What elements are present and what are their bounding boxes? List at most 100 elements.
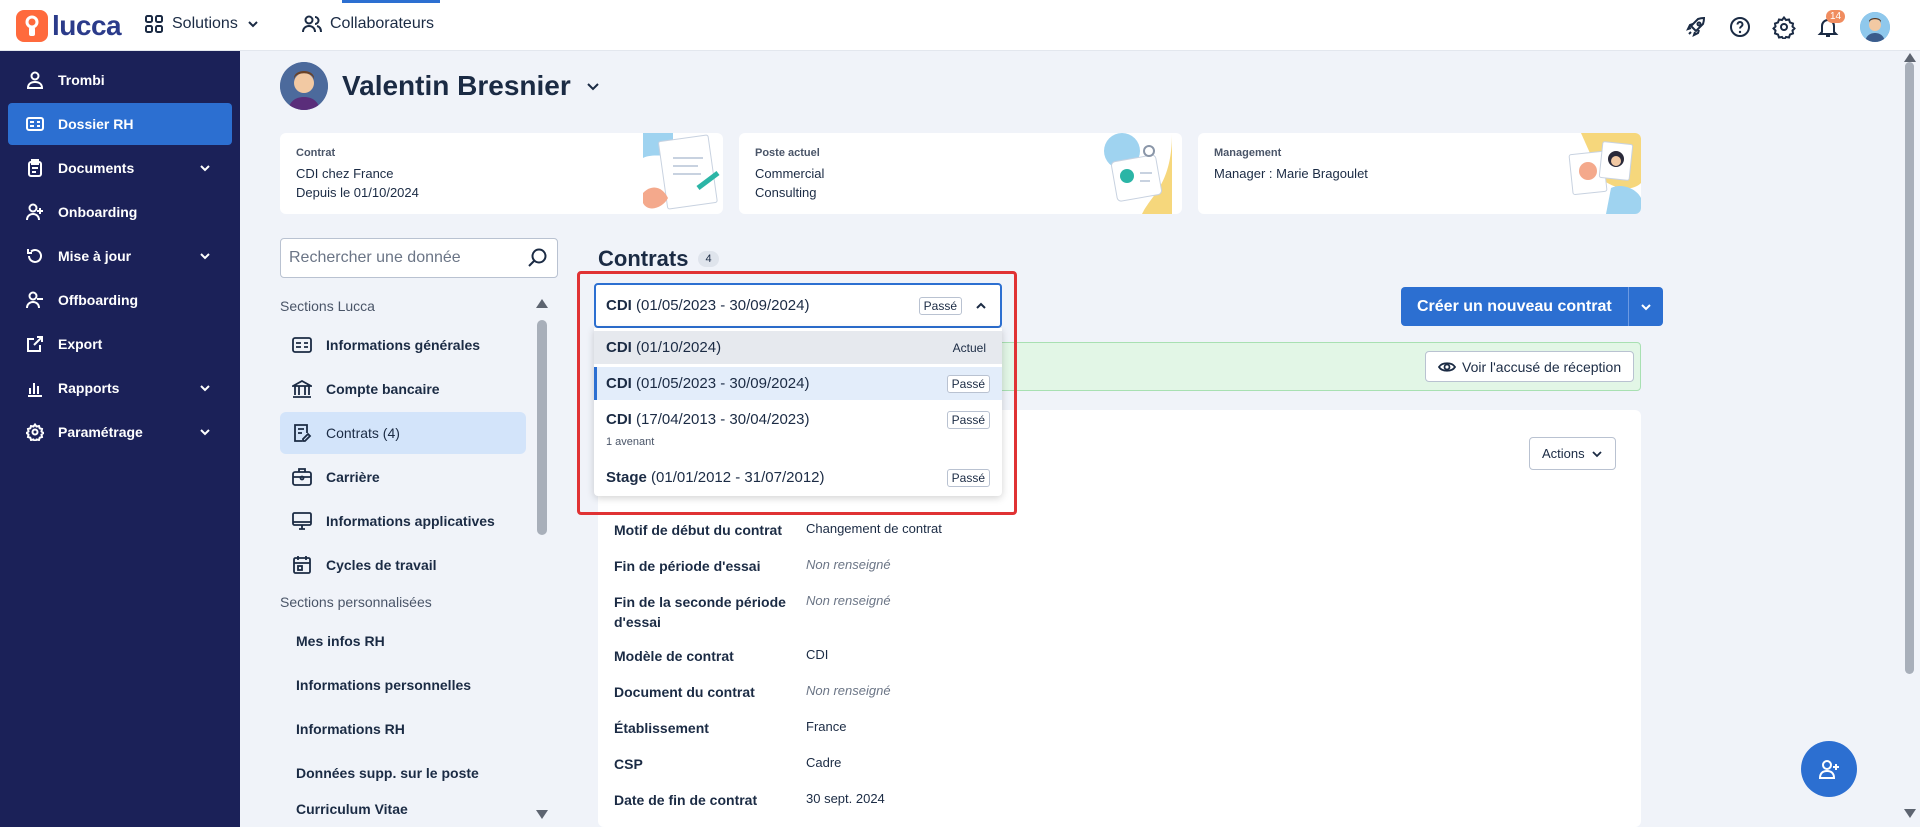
id-card-icon [26, 117, 44, 131]
create-contract-menu-button[interactable] [1629, 287, 1663, 326]
person-add-icon [26, 203, 43, 221]
scroll-down-arrow[interactable] [1904, 809, 1916, 819]
bell-icon[interactable]: 14 [1816, 10, 1846, 39]
contract-illustration [643, 133, 720, 210]
actions-label: Actions [1542, 446, 1585, 461]
rocket-icon[interactable] [1684, 15, 1708, 39]
section-item-donnees-supp[interactable]: Données supp. sur le poste [280, 752, 526, 794]
data-search[interactable] [280, 238, 558, 278]
help-icon[interactable] [1728, 15, 1752, 39]
field-label: CSP [614, 756, 643, 772]
section-item-label: Données supp. sur le poste [296, 765, 479, 781]
team-illustration [1568, 133, 1641, 214]
sidebar-item-dossier-rh[interactable]: Dossier RH [8, 103, 232, 145]
chevron-down-icon [200, 429, 210, 436]
search-icon[interactable] [527, 247, 549, 269]
briefcase-icon [292, 468, 312, 486]
notification-badge: 14 [1826, 10, 1846, 23]
view-receipt-label: Voir l'accusé de réception [1462, 358, 1622, 375]
sidebar-item-label: Mise à jour [58, 248, 132, 264]
sections-scroll-thumb[interactable] [537, 320, 547, 535]
solutions-label: Solutions [172, 15, 238, 32]
collaborateurs-link[interactable]: Collaborateurs [302, 14, 434, 34]
section-item-informations-generales[interactable]: Informations générales [280, 324, 526, 366]
field-value: Non renseigné [806, 683, 891, 698]
section-item-informations-personnelles[interactable]: Informations personnelles [280, 664, 526, 706]
sidebar-item-label: Export [58, 336, 103, 352]
field-label: Date de fin de contrat [614, 792, 758, 808]
section-item-cycles-de-travail[interactable]: Cycles de travail [280, 544, 526, 586]
chevron-down-icon [248, 21, 258, 28]
section-item-informations-applicatives[interactable]: Informations applicatives [280, 500, 526, 542]
position-summary-card[interactable]: Poste actuel Commercial Consulting [739, 133, 1182, 214]
eye-icon [1438, 361, 1456, 372]
sections-lucca-heading: Sections Lucca [280, 298, 375, 314]
section-item-mes-infos-rh[interactable]: Mes infos RH [280, 620, 526, 662]
field-value: France [806, 719, 847, 734]
field-value: 30 sept. 2024 [806, 791, 885, 806]
scroll-up-arrow[interactable] [536, 298, 548, 308]
lucca-logo-icon [16, 10, 48, 42]
create-contract-button-group: Créer un nouveau contrat [1401, 287, 1663, 326]
sidebar-item-documents[interactable]: Documents [8, 147, 232, 189]
section-item-contrats[interactable]: Contrats (4) [280, 412, 526, 454]
collaborateurs-label: Collaborateurs [330, 15, 435, 32]
sidebar-item-label: Paramétrage [58, 424, 143, 440]
lucca-logo[interactable]: lucca [16, 10, 122, 42]
section-item-label: Informations personnelles [296, 677, 472, 693]
chevron-down-icon [587, 83, 599, 91]
sidebar-item-export[interactable]: Export [8, 323, 232, 365]
solutions-menu[interactable]: Solutions [144, 14, 260, 34]
chevron-down-icon [1640, 303, 1651, 310]
add-employee-fab[interactable] [1801, 741, 1857, 797]
section-item-label: Informations RH [296, 721, 405, 737]
create-contract-button[interactable]: Créer un nouveau contrat [1401, 287, 1629, 326]
sidebar-item-label: Dossier RH [58, 116, 134, 132]
refresh-icon [27, 248, 42, 263]
settings-icon [26, 423, 44, 441]
sections-personnalisees-heading: Sections personnalisées [280, 594, 432, 610]
bank-icon [292, 379, 312, 398]
scroll-down-arrow[interactable] [536, 810, 548, 820]
sidebar-item-rapports[interactable]: Rapports [8, 367, 232, 409]
person-icon [26, 71, 44, 89]
field-label: Motif de début du contrat [614, 522, 782, 538]
sidebar-item-parametrage[interactable]: Paramétrage [8, 411, 232, 453]
sidebar-item-offboarding[interactable]: Offboarding [8, 279, 232, 321]
section-item-carriere[interactable]: Carrière [280, 456, 526, 498]
person-name: Valentin Bresnier [342, 70, 571, 101]
sidebar: Trombi Dossier RH Documents Onboarding M… [0, 51, 240, 827]
grid-icon [145, 15, 163, 33]
actions-button[interactable]: Actions [1529, 437, 1616, 470]
section-item-informations-rh[interactable]: Informations RH [280, 708, 526, 750]
section-item-label: Informations applicatives [326, 513, 495, 529]
people-icon [302, 15, 322, 33]
gear-icon[interactable] [1772, 15, 1796, 39]
clipboard-icon [28, 159, 42, 177]
field-label: Fin de la seconde période d'essai [614, 594, 786, 630]
field-value: Non renseigné [806, 593, 891, 608]
contrats-title: Contrats [598, 246, 689, 271]
user-avatar[interactable] [1860, 12, 1890, 42]
sidebar-item-onboarding[interactable]: Onboarding [8, 191, 232, 233]
management-summary-card[interactable]: Management Manager : Marie Bragoulet [1198, 133, 1641, 214]
section-item-label: Contrats (4) [326, 425, 400, 441]
field-label: Document du contrat [614, 684, 755, 700]
section-item-compte-bancaire[interactable]: Compte bancaire [280, 368, 526, 410]
field-label: Établissement [614, 720, 709, 736]
page-scroll-thumb[interactable] [1905, 62, 1914, 674]
chevron-down-icon [1592, 450, 1602, 457]
person-header[interactable]: Valentin Bresnier [280, 62, 601, 110]
sidebar-item-mise-a-jour[interactable]: Mise à jour [8, 235, 232, 277]
person-avatar [280, 62, 328, 110]
field-value: CDI [806, 647, 829, 662]
search-input[interactable] [289, 249, 519, 267]
scroll-up-arrow[interactable] [1904, 52, 1916, 62]
view-receipt-button[interactable]: Voir l'accusé de réception [1425, 351, 1635, 382]
sidebar-item-trombi[interactable]: Trombi [8, 59, 232, 101]
section-item-label: Informations générales [326, 337, 481, 353]
contract-summary-card[interactable]: Contrat CDI chez France Depuis le 01/10/… [280, 133, 723, 214]
section-item-curriculum-vitae[interactable]: Curriculum Vitae [280, 796, 526, 822]
contrats-heading: Contrats 4 [598, 246, 719, 272]
sidebar-item-label: Rapports [58, 380, 120, 396]
